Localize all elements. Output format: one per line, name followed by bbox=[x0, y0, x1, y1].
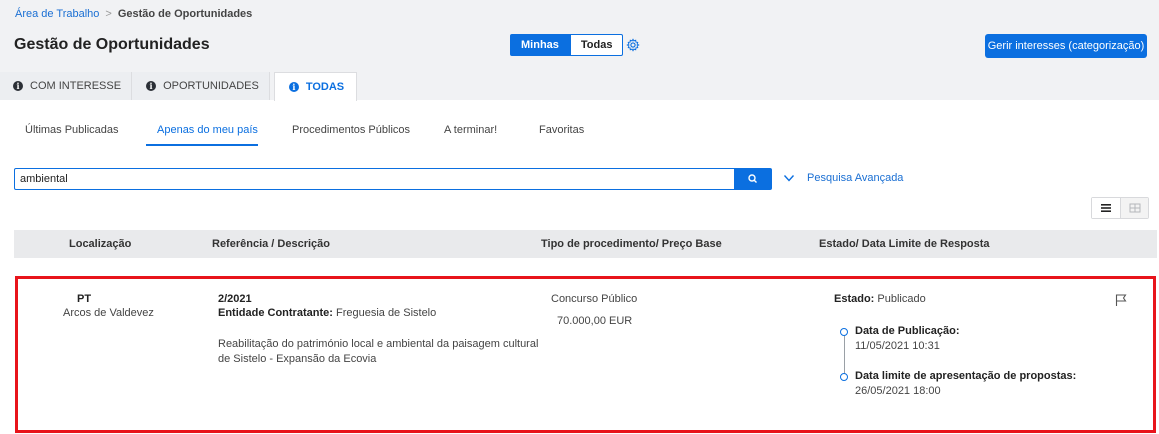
table-header: Localização Referência / Descrição Tipo … bbox=[14, 230, 1157, 258]
gear-icon[interactable] bbox=[626, 38, 640, 52]
subtab-ultimas-publicadas[interactable]: Últimas Publicadas bbox=[25, 124, 119, 136]
row-base-price: 70.000,00 EUR bbox=[557, 315, 633, 327]
breadcrumb-separator: > bbox=[105, 8, 112, 20]
search-input[interactable] bbox=[14, 168, 736, 190]
chevron-down-icon[interactable] bbox=[783, 173, 795, 183]
timeline-dot-publication bbox=[840, 328, 848, 336]
scope-all-button[interactable]: Todas bbox=[569, 34, 624, 56]
flag-icon[interactable] bbox=[1114, 293, 1128, 307]
publication-date-value: 11/05/2021 10:31 bbox=[855, 340, 940, 352]
row-reference[interactable]: 2/2021 bbox=[218, 293, 252, 305]
row-state: Estado: Publicado bbox=[834, 293, 926, 305]
column-header-procedure[interactable]: Tipo de procedimento/ Preço Base bbox=[541, 238, 722, 250]
sub-tabs: Últimas Publicadas Apenas do meu país Pr… bbox=[0, 118, 1159, 146]
info-icon: i bbox=[288, 82, 299, 92]
state-label: Estado: bbox=[834, 293, 875, 305]
column-header-location[interactable]: Localização bbox=[69, 238, 131, 250]
advanced-search-link[interactable]: Pesquisa Avançada bbox=[807, 172, 903, 184]
search-icon bbox=[748, 174, 757, 183]
row-procedure-type: Concurso Público bbox=[551, 293, 638, 305]
active-subtab-indicator bbox=[146, 144, 258, 146]
breadcrumb-root-link[interactable]: Área de Trabalho bbox=[15, 8, 99, 20]
deadline-value: 26/05/2021 18:00 bbox=[855, 385, 941, 397]
grid-icon bbox=[1129, 203, 1140, 213]
publication-date-label: Data de Publicação: bbox=[855, 325, 960, 337]
row-entity: Entidade Contratante: Freguesia de Siste… bbox=[218, 307, 436, 319]
page-title: Gestão de Oportunidades bbox=[14, 36, 210, 53]
deadline-label: Data limite de apresentação de propostas… bbox=[855, 370, 1077, 382]
state-value: Publicado bbox=[877, 293, 926, 305]
scope-mine-button[interactable]: Minhas bbox=[510, 34, 570, 56]
tab-label: COM INTERESSE bbox=[30, 80, 122, 92]
column-header-reference[interactable]: Referência / Descrição bbox=[212, 238, 330, 250]
tab-label: OPORTUNIDADES bbox=[163, 80, 259, 92]
info-icon: i bbox=[146, 81, 157, 91]
manage-interests-button[interactable]: Gerir interesses (categorização) bbox=[985, 34, 1147, 58]
top-tabs: i COM INTERESSE i OPORTUNIDADES i TODAS bbox=[0, 72, 358, 101]
grid-view-button[interactable] bbox=[1120, 198, 1148, 218]
breadcrumb-current: Gestão de Oportunidades bbox=[117, 8, 253, 20]
subtab-favoritas[interactable]: Favoritas bbox=[539, 124, 584, 136]
search-button[interactable] bbox=[734, 168, 772, 190]
entity-label: Entidade Contratante: bbox=[218, 307, 333, 319]
subtab-procedimentos-publicos[interactable]: Procedimentos Públicos bbox=[292, 124, 410, 136]
list-view-button[interactable] bbox=[1092, 198, 1120, 218]
tab-oportunidades[interactable]: i OPORTUNIDADES bbox=[132, 72, 270, 100]
row-country: PT bbox=[77, 293, 92, 305]
tab-com-interesse[interactable]: i COM INTERESSE bbox=[0, 72, 133, 100]
list-icon bbox=[1101, 204, 1111, 212]
subtab-a-terminar[interactable]: A terminar! bbox=[444, 124, 497, 136]
view-toggle bbox=[1091, 197, 1149, 219]
column-header-state[interactable]: Estado/ Data Limite de Resposta bbox=[819, 238, 990, 250]
timeline-dot-deadline bbox=[840, 373, 848, 381]
breadcrumb: Área de Trabalho > Gestão de Oportunidades bbox=[15, 8, 252, 20]
timeline-connector bbox=[844, 332, 845, 376]
row-city: Arcos de Valdevez bbox=[63, 307, 154, 319]
entity-value: Freguesia de Sistelo bbox=[335, 307, 437, 319]
row-description-line-2: de Sistelo - Expansão da Ecovia bbox=[218, 353, 377, 365]
subtab-apenas-meu-pais[interactable]: Apenas do meu país bbox=[157, 124, 258, 136]
tab-label: TODAS bbox=[305, 81, 345, 93]
tab-todas[interactable]: i TODAS bbox=[273, 72, 358, 101]
scope-toggle: Minhas Todas bbox=[510, 34, 624, 56]
info-icon: i bbox=[13, 81, 23, 91]
row-description-line-1: Reabilitação do património local e ambie… bbox=[218, 338, 539, 350]
